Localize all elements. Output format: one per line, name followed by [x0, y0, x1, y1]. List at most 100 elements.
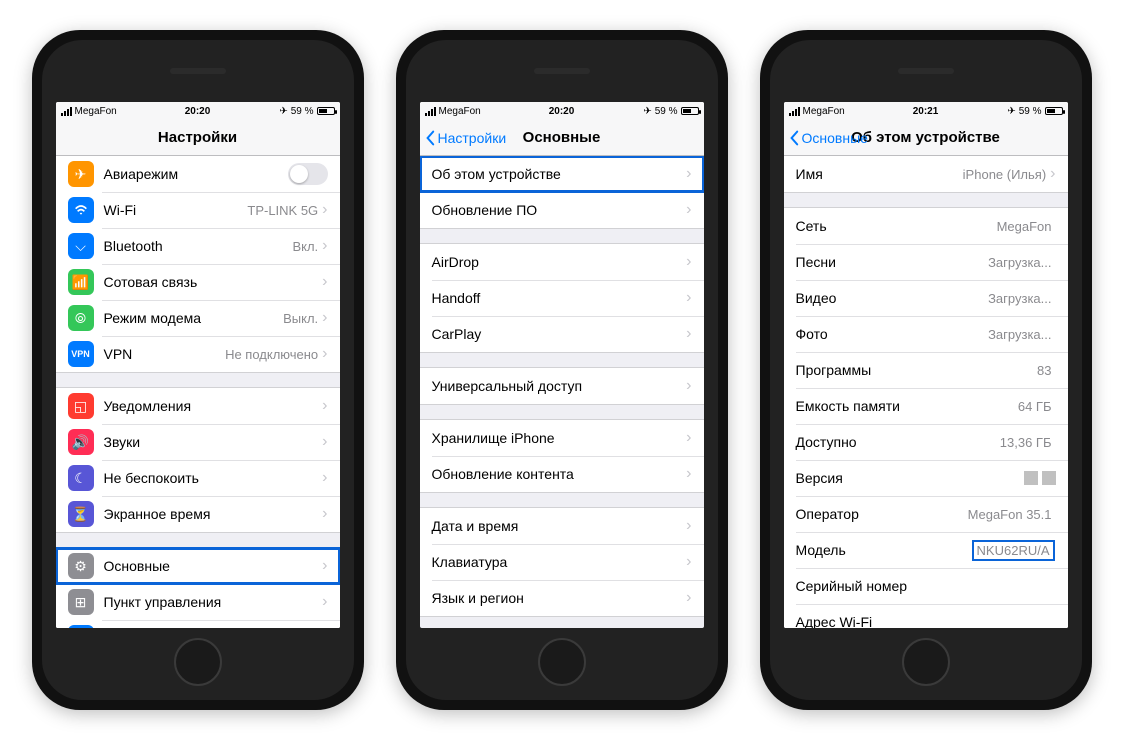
battery-pct: 59 %	[1019, 106, 1042, 117]
chevron-right-icon: ›	[322, 397, 327, 415]
hotspot-icon: ⦾	[68, 305, 94, 331]
row-display[interactable]: AA Экран и яркость ›	[56, 620, 340, 628]
phone-speaker	[898, 68, 954, 74]
chevron-right-icon: ›	[322, 505, 327, 523]
row-cellular[interactable]: 📶 Сотовая связь ›	[56, 264, 340, 300]
row-capacity: Емкость памяти 64 ГБ	[784, 388, 1068, 424]
chevron-right-icon: ›	[322, 237, 327, 255]
chevron-right-icon: ›	[322, 345, 327, 363]
row-vpn[interactable]: VPN VPN Не подключено ›	[56, 336, 340, 372]
battery-pct: 59 %	[655, 106, 678, 117]
back-button[interactable]: Основные	[788, 120, 868, 155]
signal-icon	[789, 107, 800, 116]
status-bar: MegaFon 20:21 ✈ 59 %	[784, 102, 1068, 120]
gear-icon: ⚙	[68, 553, 94, 579]
row-carrier: Оператор MegaFon 35.1	[784, 496, 1068, 532]
row-videos: Видео Загрузка...	[784, 280, 1068, 316]
row-serial: Серийный номер	[784, 568, 1068, 604]
row-background-refresh[interactable]: Обновление контента ›	[420, 456, 704, 492]
signal-icon	[425, 107, 436, 116]
row-screentime[interactable]: ⏳ Экранное время ›	[56, 496, 340, 532]
chevron-right-icon: ›	[686, 553, 691, 571]
dnd-icon: ☾	[68, 465, 94, 491]
control-center-icon: ⊞	[68, 589, 94, 615]
phone-frame-2: MegaFon 20:20 ✈ 59 % Настройки Основные	[396, 30, 728, 710]
screen-settings: MegaFon 20:20 ✈ 59 % Настройки ✈ Авиареж…	[56, 102, 340, 628]
home-button[interactable]	[538, 638, 586, 686]
row-general[interactable]: ⚙ Основные ›	[56, 548, 340, 584]
location-icon: ✈	[643, 106, 651, 117]
chevron-left-icon	[788, 130, 800, 146]
row-sounds[interactable]: 🔊 Звуки ›	[56, 424, 340, 460]
chevron-left-icon	[424, 130, 436, 146]
battery-icon	[681, 107, 699, 115]
general-list: Об этом устройстве › Обновление ПО › Air…	[420, 156, 704, 628]
wifi-icon	[68, 197, 94, 223]
bluetooth-icon: ⌵	[68, 233, 94, 259]
row-handoff[interactable]: Handoff ›	[420, 280, 704, 316]
row-keyboard[interactable]: Клавиатура ›	[420, 544, 704, 580]
chevron-right-icon: ›	[686, 289, 691, 307]
cellular-icon: 📶	[68, 269, 94, 295]
screen-about: MegaFon 20:21 ✈ 59 % Основные Об этом ус…	[784, 102, 1068, 628]
chevron-right-icon: ›	[1050, 165, 1055, 183]
nav-bar: Настройки Основные	[420, 120, 704, 156]
screen-general: MegaFon 20:20 ✈ 59 % Настройки Основные	[420, 102, 704, 628]
chevron-right-icon: ›	[322, 201, 327, 219]
row-wifi[interactable]: Wi-Fi TP-LINK 5G ›	[56, 192, 340, 228]
model-number: NKU62RU/A	[975, 543, 1052, 558]
chevron-right-icon: ›	[686, 325, 691, 343]
row-hotspot[interactable]: ⦾ Режим модема Выкл. ›	[56, 300, 340, 336]
display-icon: AA	[68, 625, 94, 628]
home-button[interactable]	[174, 638, 222, 686]
status-time: 20:21	[913, 106, 939, 117]
screentime-icon: ⏳	[68, 501, 94, 527]
settings-list: ✈ Авиарежим Wi-Fi TP-LINK 5G › ⌵ Bluetoo…	[56, 156, 340, 628]
row-accessibility[interactable]: Универсальный доступ ›	[420, 368, 704, 404]
vpn-icon: VPN	[68, 341, 94, 367]
carrier-label: MegaFon	[439, 106, 481, 117]
home-button[interactable]	[902, 638, 950, 686]
row-airdrop[interactable]: AirDrop ›	[420, 244, 704, 280]
row-apps: Программы 83	[784, 352, 1068, 388]
row-model[interactable]: Модель NKU62RU/A	[784, 532, 1068, 568]
row-storage[interactable]: Хранилище iPhone ›	[420, 420, 704, 456]
row-network: Сеть MegaFon	[784, 208, 1068, 244]
chevron-right-icon: ›	[322, 309, 327, 327]
chevron-right-icon: ›	[686, 377, 691, 395]
row-bluetooth[interactable]: ⌵ Bluetooth Вкл. ›	[56, 228, 340, 264]
back-button[interactable]: Настройки	[424, 120, 507, 155]
chevron-right-icon: ›	[322, 469, 327, 487]
nav-bar: Основные Об этом устройстве	[784, 120, 1068, 156]
row-notifications[interactable]: ◱ Уведомления ›	[56, 388, 340, 424]
row-songs: Песни Загрузка...	[784, 244, 1068, 280]
row-language[interactable]: Язык и регион ›	[420, 580, 704, 616]
phone-speaker	[534, 68, 590, 74]
carrier-label: MegaFon	[803, 106, 845, 117]
chevron-right-icon: ›	[322, 433, 327, 451]
row-device-name[interactable]: Имя iPhone (Илья) ›	[784, 156, 1068, 192]
phone-frame-3: MegaFon 20:21 ✈ 59 % Основные Об этом ус…	[760, 30, 1092, 710]
chevron-right-icon: ›	[322, 593, 327, 611]
row-control-center[interactable]: ⊞ Пункт управления ›	[56, 584, 340, 620]
airplane-toggle[interactable]	[288, 163, 328, 185]
airplane-icon: ✈	[68, 161, 94, 187]
battery-icon	[317, 107, 335, 115]
row-carplay[interactable]: CarPlay ›	[420, 316, 704, 352]
chevron-right-icon: ›	[322, 557, 327, 575]
row-photos: Фото Загрузка...	[784, 316, 1068, 352]
page-title: Об этом устройстве	[851, 129, 1000, 146]
signal-icon	[61, 107, 72, 116]
row-software-update[interactable]: Обновление ПО ›	[420, 192, 704, 228]
row-available: Доступно 13,36 ГБ	[784, 424, 1068, 460]
row-about[interactable]: Об этом устройстве ›	[420, 156, 704, 192]
phone-frame-1: MegaFon 20:20 ✈ 59 % Настройки ✈ Авиареж…	[32, 30, 364, 710]
row-airplane[interactable]: ✈ Авиарежим	[56, 156, 340, 192]
notifications-icon: ◱	[68, 393, 94, 419]
nav-bar: Настройки	[56, 120, 340, 156]
phone-speaker	[170, 68, 226, 74]
chevron-right-icon: ›	[686, 165, 691, 183]
row-datetime[interactable]: Дата и время ›	[420, 508, 704, 544]
row-version: Версия	[784, 460, 1068, 496]
row-dnd[interactable]: ☾ Не беспокоить ›	[56, 460, 340, 496]
